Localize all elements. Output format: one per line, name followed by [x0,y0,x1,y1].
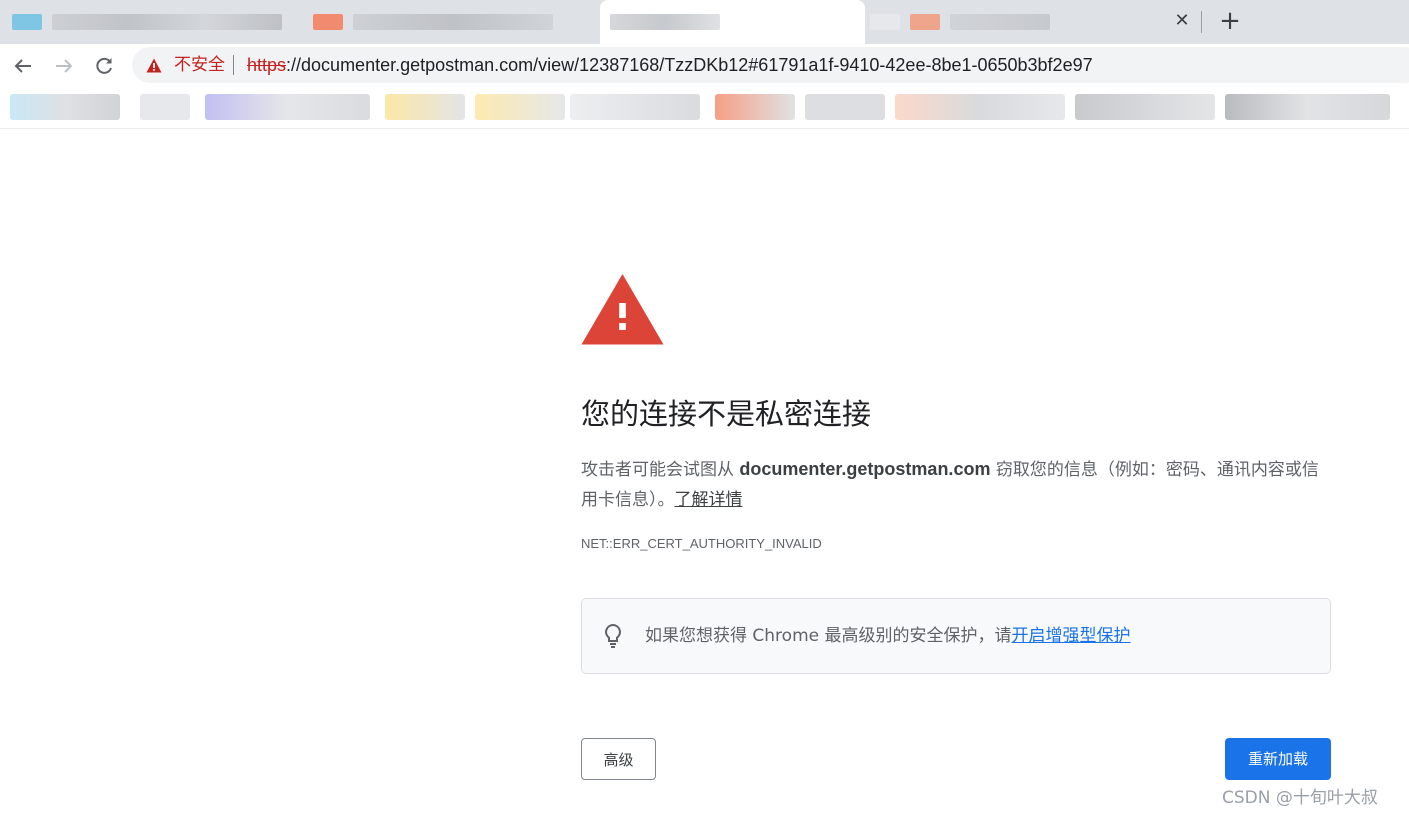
bookmark-folder[interactable] [385,94,465,120]
bookmark-item[interactable] [1075,94,1215,120]
enhanced-protection-promo: 如果您想获得 Chrome 最高级别的安全保护，请开启增强型保护 [581,598,1331,674]
tab-blurred-1[interactable] [0,0,300,44]
bookmark-item[interactable] [715,94,795,120]
promo-message: 如果您想获得 Chrome 最高级别的安全保护，请 [645,626,1012,646]
reload-icon[interactable] [90,52,118,80]
back-arrow-icon[interactable] [9,52,37,80]
address-bar[interactable]: 不安全 https://documenter.getpostman.com/vi… [132,47,1409,83]
enhanced-protection-link[interactable]: 开启增强型保护 [1012,626,1131,646]
bookmarks-bar [0,88,1409,129]
bookmark-item[interactable] [1225,94,1390,120]
error-code[interactable]: NET::ERR_CERT_AUTHORITY_INVALID [581,534,822,554]
security-status-label[interactable]: 不安全 [174,54,225,76]
close-tab-icon[interactable]: ✕ [1170,8,1194,34]
browser-toolbar: 不安全 https://documenter.getpostman.com/vi… [0,44,1409,88]
warning-triangle-icon [581,273,664,345]
url-text[interactable]: https://documenter.getpostman.com/view/1… [247,54,1093,76]
tab-active[interactable] [600,0,865,44]
learn-more-link[interactable]: 了解详情 [675,490,743,510]
tab-blurred-2[interactable] [305,0,595,44]
watermark: CSDN @十旬叶大叔 [1222,788,1378,808]
explanation-host: documenter.getpostman.com [739,459,991,479]
insecure-warning-icon[interactable] [146,58,162,73]
new-tab-button[interactable]: + [1216,8,1244,34]
page-title: 您的连接不是私密连接 [581,397,872,431]
lightbulb-icon [601,623,625,649]
bookmark-item[interactable] [205,94,370,120]
forward-arrow-icon[interactable] [50,52,78,80]
url-scheme: https [247,55,287,75]
bookmark-item[interactable] [140,94,190,120]
explanation-prefix: 攻击者可能会试图从 [581,460,740,480]
bookmark-folder[interactable] [475,94,565,120]
tab-strip: ✕ + [0,0,1409,44]
bookmark-item[interactable] [895,94,1065,120]
reload-button[interactable]: 重新加载 [1225,738,1331,780]
security-divider [233,55,234,75]
bookmark-item[interactable] [805,94,885,120]
promo-text: 如果您想获得 Chrome 最高级别的安全保护，请开启增强型保护 [645,622,1131,650]
explanation-paragraph: 攻击者可能会试图从 documenter.getpostman.com 窃取您的… [581,454,1331,515]
url-path: ://documenter.getpostman.com/view/123871… [286,55,1093,75]
bookmark-item[interactable] [570,94,700,120]
tab-blurred-3[interactable] [870,0,1170,44]
advanced-button[interactable]: 高级 [581,738,656,780]
bookmark-item[interactable] [10,94,120,120]
tab-separator [1201,11,1202,33]
